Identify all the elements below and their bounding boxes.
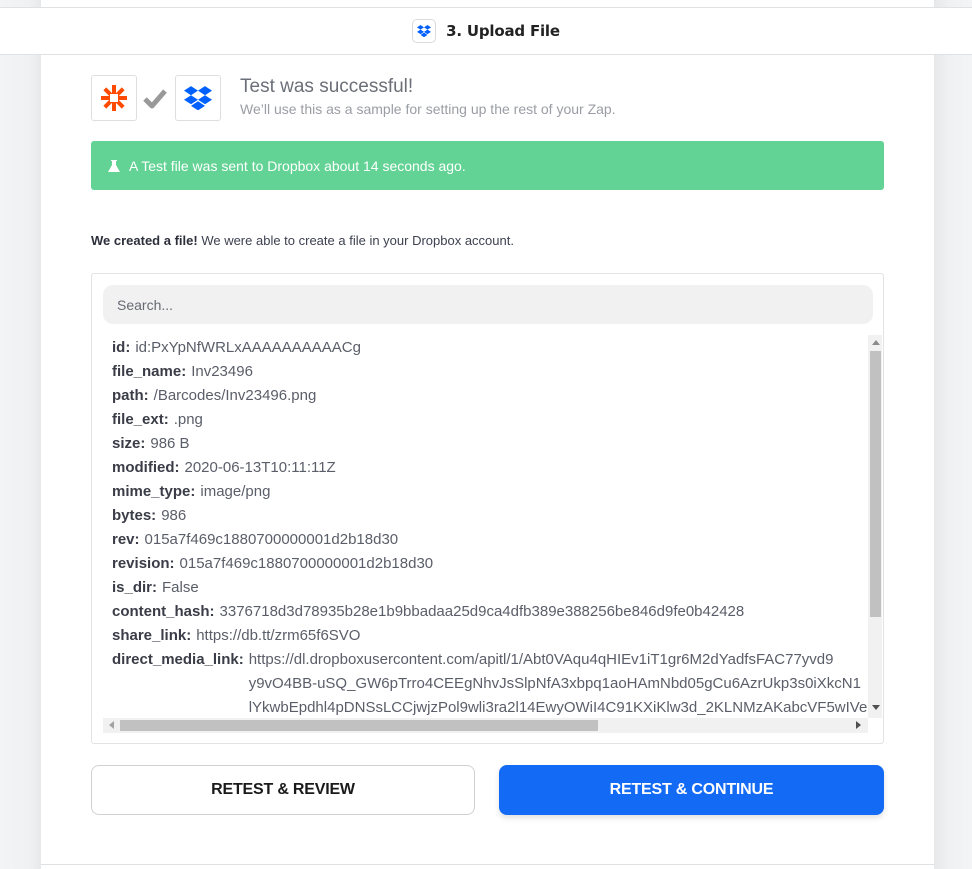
horizontal-scroll-thumb[interactable]	[120, 720, 598, 731]
field-key: modified:	[112, 459, 180, 476]
dropbox-icon	[175, 75, 221, 121]
field-value: https://dl.dropboxusercontent.com/apitl/…	[249, 648, 868, 720]
created-message: We created a file! We were able to creat…	[91, 233, 514, 248]
zapier-icon	[91, 75, 137, 121]
success-subtitle: We’ll use this as a sample for setting u…	[240, 101, 616, 117]
field-key: is_dir:	[112, 579, 158, 596]
field-row: path:/Barcodes/Inv23496.png	[112, 384, 867, 408]
retest-continue-button[interactable]: RETEST & CONTINUE	[499, 765, 884, 815]
horizontal-scrollbar[interactable]	[103, 718, 868, 733]
field-value: 986	[161, 507, 187, 524]
link-line: https://dl.dropboxusercontent.com/apitl/…	[248, 651, 834, 668]
divider	[41, 864, 934, 865]
flask-icon	[108, 159, 120, 172]
scroll-down-arrow-icon[interactable]	[872, 705, 880, 710]
field-row: content_hash: 3376718d3d78935b28e1b9bbada…	[112, 600, 867, 624]
field-row: mime_type: image/png	[112, 480, 867, 504]
field-row: file_ext: .png	[112, 408, 867, 432]
field-key: content_hash:	[112, 603, 215, 620]
field-key: mime_type:	[112, 483, 196, 500]
scroll-up-arrow-icon[interactable]	[872, 340, 880, 345]
scroll-right-arrow-icon[interactable]	[856, 721, 861, 729]
field-key: revision:	[112, 555, 175, 572]
field-value: 015a7f469c1880700000001d2b18d30	[179, 555, 434, 572]
field-key: file_name:	[112, 363, 187, 380]
created-text: We were able to create a file in your Dr…	[197, 233, 514, 248]
field-key: rev:	[112, 531, 140, 548]
dropbox-icon	[412, 19, 437, 43]
field-row: share_link: https://db.tt/zrm65f6SVO	[112, 624, 867, 648]
scroll-left-arrow-icon[interactable]	[109, 721, 114, 729]
success-title: Test was successful!	[240, 76, 414, 97]
field-row: rev: 015a7f469c1880700000001d2b18d30	[112, 528, 867, 552]
retest-review-button[interactable]: RETEST & REVIEW	[91, 765, 475, 815]
field-value: 015a7f469c1880700000001d2b18d30	[144, 531, 399, 548]
field-value: Inv23496	[191, 363, 253, 380]
field-key: path:	[112, 387, 149, 404]
link-line: y9vO4BB-uSQ_GW6pTrro4CEEgNhvJsSlpNfA3xbp…	[248, 675, 861, 692]
field-value: False	[162, 579, 199, 596]
field-value: .png	[173, 411, 203, 428]
field-key: share_link:	[112, 627, 192, 644]
alert-text: A Test file was sent to Dropbox about 14…	[129, 157, 466, 174]
vertical-scrollbar[interactable]	[868, 335, 882, 718]
field-value: https://db.tt/zrm65f6SVO	[196, 627, 361, 644]
success-alert: A Test file was sent to Dropbox about 14…	[91, 141, 884, 190]
field-key: direct_media_link:	[112, 651, 244, 668]
step-header: 3. Upload File	[0, 7, 972, 55]
field-value: 986 B	[150, 435, 190, 452]
field-value: id:PxYpNfWRLxAAAAAAAAAACg	[135, 339, 361, 356]
field-key: id:	[112, 339, 131, 356]
field-key: file_ext:	[112, 411, 169, 428]
fields-viewport: id: id:PxYpNfWRLxAAAAAAAAAACg file_name: I…	[103, 335, 882, 734]
field-row: revision: 015a7f469c1880700000001d2b18d30	[112, 552, 867, 576]
field-value: /Barcodes/Inv23496.png	[153, 387, 317, 404]
created-bold: We created a file!	[91, 233, 198, 248]
result-panel: id:id:PxYpNfWRLxAAAAAAAAAACg file_name:I…	[91, 273, 884, 744]
check-icon	[143, 89, 167, 109]
vertical-scroll-thumb[interactable]	[870, 351, 881, 617]
field-row: file_name: Inv23496	[112, 360, 867, 384]
field-row: bytes: 986	[112, 504, 867, 528]
field-row-direct-media-link: direct_media_link: https://dl.dropboxuse…	[112, 648, 867, 720]
link-line: lYkwbEpdhl4pDNSsLCCjwjzPol9wli3ra2l14Ewy…	[248, 699, 868, 716]
field-value: image/png	[200, 483, 271, 500]
field-value: 3376718d3d78935b28e1b9bbadaa25d9ca4dfb38…	[219, 603, 745, 620]
field-value: 2020-06-13T10:11:11Z	[184, 459, 336, 476]
step-title: 3. Upload File	[446, 22, 560, 40]
search-input[interactable]	[103, 285, 873, 324]
field-row: size: 986 B	[112, 432, 867, 456]
field-row: is_dir: False	[112, 576, 867, 600]
field-list: id: id:PxYpNfWRLxAAAAAAAAAACg file_name: I…	[112, 336, 867, 720]
field-row: modified: 2020-06-13T10:11:11Z	[112, 456, 867, 480]
field-key: size:	[112, 435, 146, 452]
field-key: bytes:	[112, 507, 157, 524]
field-row: id: id:PxYpNfWRLxAAAAAAAAAACg	[112, 336, 867, 360]
